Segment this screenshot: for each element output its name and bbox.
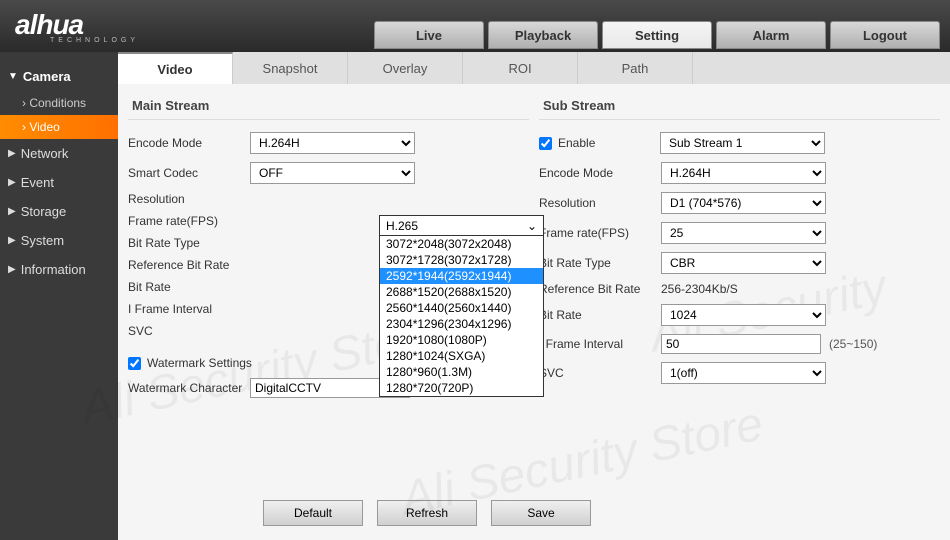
sub-i-frame-input[interactable] [661,334,821,354]
sub-i-frame-hint: (25~150) [829,337,877,351]
chevron-right-icon: ▶ [8,264,16,275]
watermark-checkbox[interactable] [128,357,141,370]
resolution-option[interactable]: 1280*1024(SXGA) [380,348,543,364]
sub-resolution-select[interactable]: D1 (704*576) [661,192,826,214]
tab-overlay[interactable]: Overlay [348,52,463,84]
svc-label: SVC [128,324,250,338]
chevron-down-icon: ▼ [8,71,18,82]
sub-encode-mode-label: Encode Mode [539,166,661,180]
resolution-option[interactable]: 1280*960(1.3M) [380,364,543,380]
encode-mode-label: Encode Mode [128,136,250,150]
sub-bit-rate-type-select[interactable]: CBR [661,252,826,274]
sidebar-sub-conditions[interactable]: › Conditions [0,91,118,115]
header: alhua TECHNOLOGY Live Playback Setting A… [0,0,950,52]
substream-select[interactable]: Sub Stream 1 [660,132,825,154]
i-frame-label: I Frame Interval [128,302,250,316]
resolution-option[interactable]: 3072*1728(3072x1728) [380,252,543,268]
logo-subtext: TECHNOLOGY [50,37,139,44]
sub-bit-rate-type-label: Bit Rate Type [539,256,661,270]
refresh-button[interactable]: Refresh [377,500,477,526]
nav-playback[interactable]: Playback [488,21,598,49]
resolution-option[interactable]: 1280*720(720P) [380,380,543,396]
resolution-option[interactable]: 2688*1520(2688x1520) [380,284,543,300]
sub-ref-bit-rate-label: Reference Bit Rate [539,282,661,296]
sidebar-item-storage[interactable]: ▶Storage [0,197,118,226]
chevron-right-icon: ▶ [8,235,16,246]
save-button[interactable]: Save [491,500,591,526]
resolution-dropdown-head[interactable]: H.265⌄ [380,216,543,236]
panels: Ali Security Store Ali Security Store Al… [118,84,950,490]
tab-roi[interactable]: ROI [463,52,578,84]
watermark-settings-label: Watermark Settings [147,356,252,370]
encode-mode-select[interactable]: H.264H [250,132,415,154]
chevron-right-icon: ▶ [8,206,16,217]
main-stream-title: Main Stream [128,92,529,120]
nav-logout[interactable]: Logout [830,21,940,49]
sub-resolution-label: Resolution [539,196,661,210]
tab-video[interactable]: Video [118,52,233,84]
sub-ref-bit-rate-value: 256-2304Kb/S [661,282,738,296]
nav-alarm[interactable]: Alarm [716,21,826,49]
sub-encode-mode-select[interactable]: H.264H [661,162,826,184]
sub-i-frame-label: I Frame Interval [539,337,661,351]
sidebar-item-system[interactable]: ▶System [0,226,118,255]
smart-codec-label: Smart Codec [128,166,250,180]
sub-stream-panel: Sub Stream EnableSub Stream 1 Encode Mod… [539,92,940,482]
tab-path[interactable]: Path [578,52,693,84]
resolution-label: Resolution [128,192,250,206]
content: Video Snapshot Overlay ROI Path Ali Secu… [118,52,950,540]
enable-label: Enable [558,136,660,150]
sub-tabs: Video Snapshot Overlay ROI Path [118,52,950,84]
sub-bit-rate-select[interactable]: 1024 [661,304,826,326]
resolution-option[interactable]: 3072*2048(3072x2048) [380,236,543,252]
tab-snapshot[interactable]: Snapshot [233,52,348,84]
sidebar-item-information[interactable]: ▶Information [0,255,118,284]
sub-frame-rate-select[interactable]: 25 [661,222,826,244]
frame-rate-label: Frame rate(FPS) [128,214,250,228]
resolution-option[interactable]: 2560*1440(2560x1440) [380,300,543,316]
sidebar-item-camera[interactable]: ▼Camera [0,62,118,91]
sub-stream-title: Sub Stream [539,92,940,120]
button-bar: Default Refresh Save [118,490,950,540]
resolution-option[interactable]: 2304*1296(2304x1296) [380,316,543,332]
sub-svc-label: SVC [539,366,661,380]
nav-tabs: Live Playback Setting Alarm Logout [374,3,940,49]
default-button[interactable]: Default [263,500,363,526]
resolution-option[interactable]: 1920*1080(1080P) [380,332,543,348]
sidebar-item-event[interactable]: ▶Event [0,168,118,197]
nav-live[interactable]: Live [374,21,484,49]
bit-rate-label: Bit Rate [128,280,250,294]
main: ▼Camera › Conditions › Video ▶Network ▶E… [0,52,950,540]
nav-setting[interactable]: Setting [602,21,712,49]
sidebar: ▼Camera › Conditions › Video ▶Network ▶E… [0,52,118,540]
sub-svc-select[interactable]: 1(off) [661,362,826,384]
ref-bit-rate-label: Reference Bit Rate [128,258,250,272]
sidebar-sub-video[interactable]: › Video [0,115,118,139]
sub-bit-rate-label: Bit Rate [539,308,661,322]
bit-rate-type-label: Bit Rate Type [128,236,250,250]
watermark-char-label: Watermark Character [128,381,250,395]
chevron-right-icon: ▶ [8,177,16,188]
enable-checkbox[interactable] [539,137,552,150]
logo: alhua TECHNOLOGY [10,9,139,44]
resolution-option[interactable]: 2592*1944(2592x1944) [380,268,543,284]
chevron-down-icon: ⌄ [527,219,537,233]
chevron-right-icon: ▶ [8,148,16,159]
sub-frame-rate-label: Frame rate(FPS) [539,226,661,240]
logo-text: alhua [15,9,83,40]
smart-codec-select[interactable]: OFF [250,162,415,184]
resolution-dropdown[interactable]: H.265⌄ 3072*2048(3072x2048) 3072*1728(30… [379,215,544,397]
sidebar-item-network[interactable]: ▶Network [0,139,118,168]
